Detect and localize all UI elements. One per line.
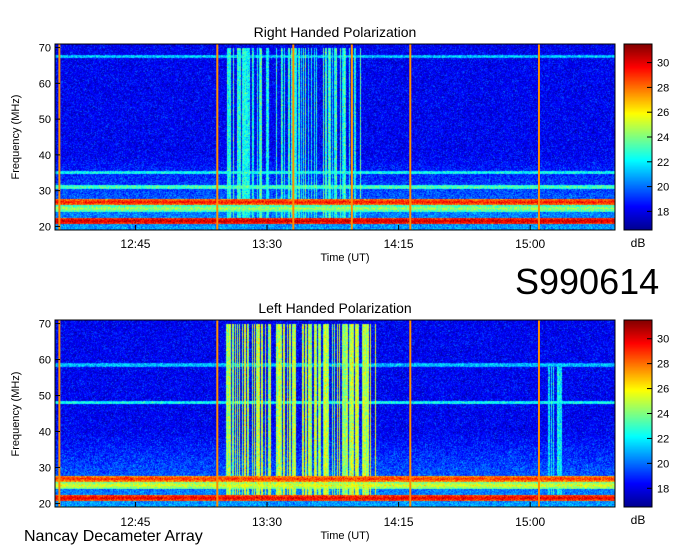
spectrogram-panel-2: Left Handed Polarization12:45 13:30 14:15 1… (10, 300, 669, 542)
colorbar-tick-label: 22 (657, 433, 669, 445)
colorbar-tick-label: 28 (657, 359, 669, 371)
x-tick-label: 14:15 (384, 237, 414, 251)
y-tick-label: 30 (39, 462, 51, 474)
colorbar-tick-label: 20 (657, 458, 669, 470)
heatmap-image (55, 320, 615, 507)
x-tick-label: 15:00 (515, 515, 545, 529)
colorbar-tick-label: 24 (657, 409, 669, 421)
panel-title: Left Handed Polarization (258, 300, 411, 316)
heatmap-image (55, 44, 615, 230)
colorbar-tick-label: 18 (657, 483, 669, 495)
spectrogram-panel-1: Right Handed Polarization 12:45 13:30 14:15… (10, 24, 669, 264)
y-tick-label: 60 (39, 355, 51, 367)
y-tick-label: 70 (39, 319, 51, 331)
x-tick-label: 14:15 (384, 515, 414, 529)
x-tick-label: 12:45 (120, 237, 150, 251)
colorbar-tick-label: 26 (657, 107, 669, 119)
x-axis-label: Time (UT) (320, 252, 369, 264)
colorbar-unit-label: dB (631, 513, 646, 527)
panel-title: Right Handed Polarization (254, 24, 417, 40)
colorbar-tick-label: 24 (657, 132, 669, 144)
y-axis-label: Frequency (MHz) (10, 95, 22, 180)
colorbar-tick-label: 30 (657, 58, 669, 70)
colorbar-tick-label: 30 (657, 334, 669, 346)
observation-id: S990614 (515, 261, 660, 302)
y-tick-label: 20 (39, 221, 51, 233)
x-tick-label: 13:30 (252, 515, 282, 529)
colorbar-tick-label: 26 (657, 384, 669, 396)
y-tick-label: 40 (39, 426, 51, 438)
colorbar-tick-label: 28 (657, 82, 669, 94)
colorbar-tick-label: 22 (657, 157, 669, 169)
instrument-label: Nancay Decameter Array (24, 528, 203, 545)
y-tick-label: 20 (39, 498, 51, 510)
colorbar-tick-label: 18 (657, 206, 669, 218)
y-axis-label: Frequency (MHz) (10, 372, 22, 457)
colorbar-unit-label: dB (631, 236, 646, 250)
x-axis-label: Time (UT) (320, 530, 369, 542)
y-tick-label: 60 (39, 78, 51, 90)
y-tick-label: 50 (39, 391, 51, 403)
x-tick-label: 15:00 (515, 237, 545, 251)
colorbar-tick-label: 20 (657, 182, 669, 194)
y-tick-label: 70 (39, 43, 51, 55)
y-tick-label: 40 (39, 150, 51, 162)
y-tick-label: 30 (39, 186, 51, 198)
x-tick-label: 13:30 (252, 237, 282, 251)
y-tick-label: 50 (39, 114, 51, 126)
